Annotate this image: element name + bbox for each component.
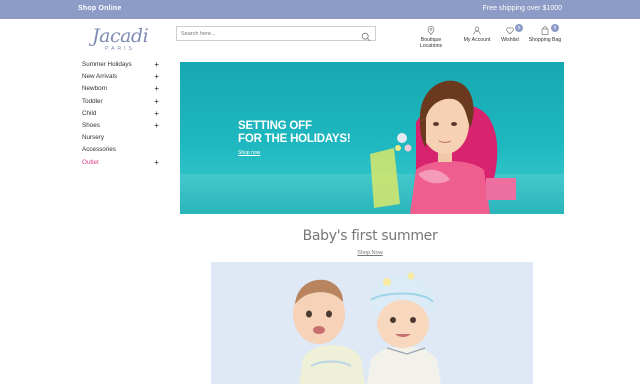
sidebar-item-label: Summer Holidays xyxy=(82,61,132,68)
header-actions: Boutique Locations My Account Wishlist 0… xyxy=(400,24,570,49)
sidebar-item-child[interactable]: Child + xyxy=(82,109,160,121)
sidebar-item-summer-holidays[interactable]: Summer Holidays + xyxy=(82,60,160,72)
shop-online-link[interactable]: Shop Online xyxy=(78,5,121,12)
expand-plus-icon[interactable]: + xyxy=(154,84,159,93)
expand-plus-icon[interactable]: + xyxy=(154,72,159,81)
bag-count-badge: 0 xyxy=(551,24,559,32)
sidebar-item-new-arrivals[interactable]: New Arrivals + xyxy=(82,72,160,84)
expand-plus-icon[interactable]: + xyxy=(154,97,159,106)
nav-label-wishlist: Wishlist xyxy=(501,37,519,43)
promo-bar: Shop Online Free shipping over $1000 xyxy=(0,0,640,19)
wishlist-count-badge: 0 xyxy=(515,24,523,32)
sidebar-item-label: Child xyxy=(82,109,97,117)
section-shop-now-link[interactable]: Shop Now xyxy=(340,250,400,256)
expand-plus-icon[interactable]: + xyxy=(154,121,159,130)
hero-headline-line1: SETTING OFF xyxy=(238,120,312,132)
sidebar-item-nursery[interactable]: Nursery xyxy=(82,133,160,145)
free-shipping-text: Free shipping over $1000 xyxy=(482,5,562,12)
babies-illustration xyxy=(293,272,441,384)
nav-label-my-account: My Account xyxy=(463,37,491,43)
expand-plus-icon[interactable]: + xyxy=(154,158,159,167)
hero-headline-line2: FOR THE HOLIDAYS! xyxy=(238,132,351,145)
boutique-locations-link[interactable]: Boutique Locations xyxy=(410,26,452,49)
nav-label-shopping-bag: Shopping Bag xyxy=(528,37,562,43)
expand-plus-icon[interactable]: + xyxy=(154,109,159,118)
wishlist-link[interactable]: Wishlist 0 xyxy=(498,24,523,43)
expand-plus-icon[interactable]: + xyxy=(154,60,159,69)
babies-promo-image[interactable] xyxy=(211,262,533,384)
site-logo[interactable]: Jacadi PARIS xyxy=(92,25,149,53)
logo-brand: Jacadi xyxy=(92,25,149,47)
section-title: Baby's first summer xyxy=(302,228,438,244)
sidebar-item-outlet[interactable]: Outlet + xyxy=(82,158,160,170)
sidebar-item-label: Accessories xyxy=(82,146,116,154)
sidebar-item-toddler[interactable]: Toddler + xyxy=(82,97,160,109)
hero-shop-now-link[interactable]: Shop now xyxy=(238,150,260,156)
search-input[interactable] xyxy=(181,29,357,39)
sidebar-item-newborn[interactable]: Newborn + xyxy=(82,84,160,96)
sidebar-item-label: Outlet xyxy=(82,158,99,166)
search-box xyxy=(176,26,376,42)
sidebar-item-shoes[interactable]: Shoes + xyxy=(82,121,160,133)
hero-banner[interactable]: SETTING OFF FOR THE HOLIDAYS! Shop now xyxy=(180,62,564,214)
sidebar-item-accessories[interactable]: Accessories xyxy=(82,145,160,157)
my-account-link[interactable]: My Account xyxy=(462,26,492,43)
category-sidebar: Summer Holidays + New Arrivals + Newborn + … xyxy=(82,60,160,170)
user-icon xyxy=(462,26,492,35)
nav-label-boutique-locations: Boutique Locations xyxy=(419,37,443,49)
hero-headline: SETTING OFF FOR THE HOLIDAYS! xyxy=(238,120,351,145)
search-icon[interactable] xyxy=(361,29,371,42)
sidebar-item-label: New Arrivals xyxy=(82,73,117,81)
sidebar-item-label: Shoes xyxy=(82,121,100,129)
shopping-bag-link[interactable]: Shopping Bag 0 xyxy=(528,24,562,43)
sidebar-item-label: Nursery xyxy=(82,134,105,142)
sidebar-item-label: Toddler xyxy=(82,97,103,105)
location-pin-icon xyxy=(410,26,452,35)
sidebar-item-label: Newborn xyxy=(82,85,108,93)
